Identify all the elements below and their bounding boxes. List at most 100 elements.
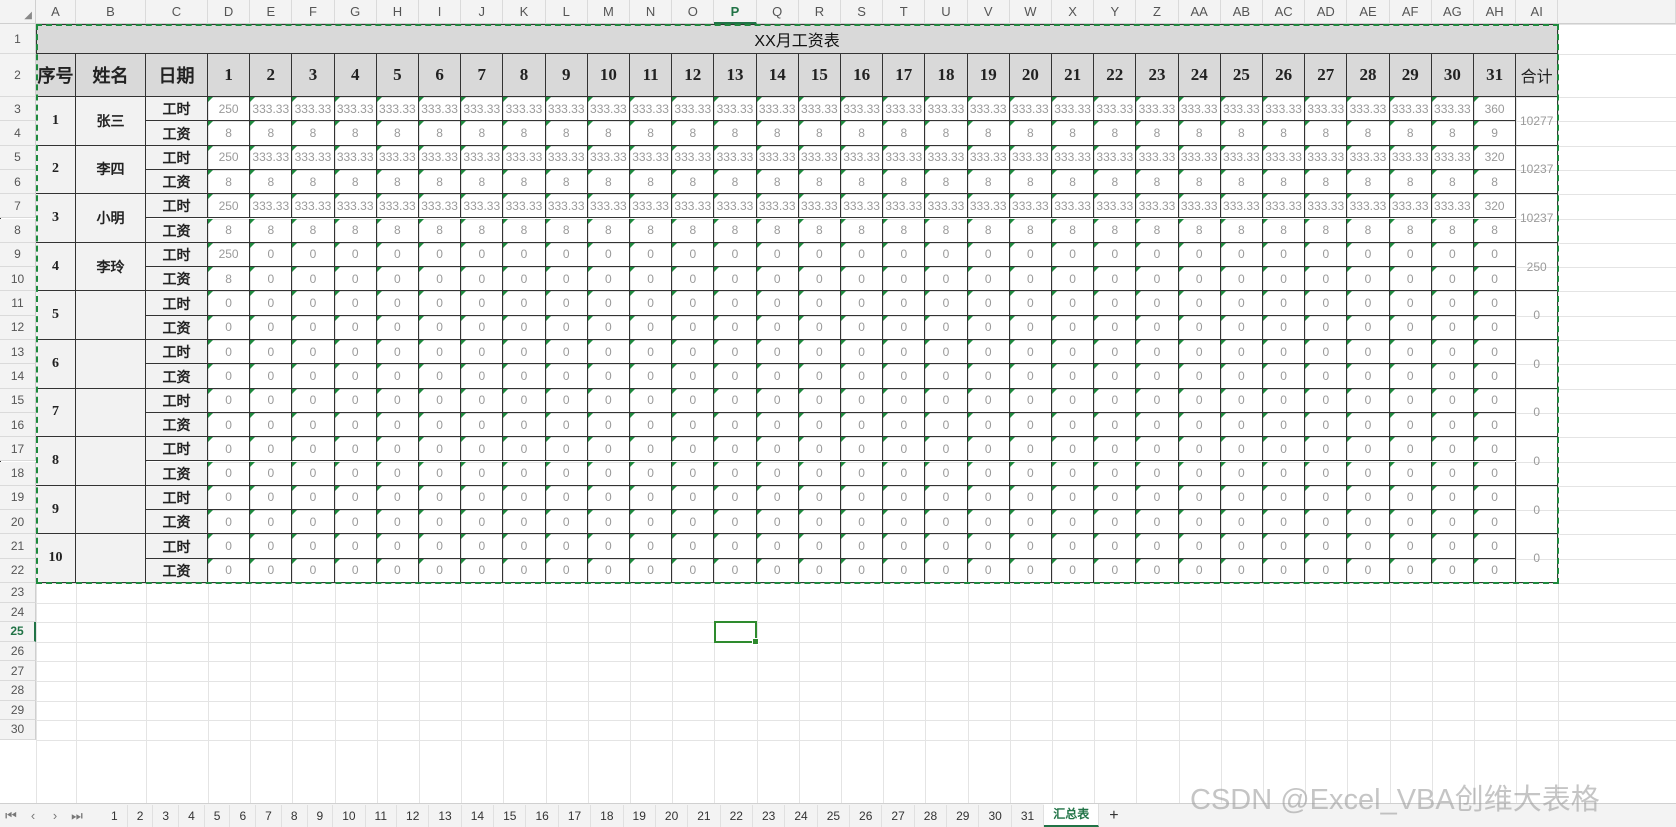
- hours-cell[interactable]: 0: [1347, 340, 1390, 365]
- hours-cell[interactable]: 0: [672, 437, 715, 462]
- wage-cell[interactable]: 0: [1136, 364, 1179, 389]
- wage-cell[interactable]: 8: [250, 121, 293, 146]
- wage-cell[interactable]: 0: [630, 364, 673, 389]
- hours-cell[interactable]: 0: [925, 291, 968, 316]
- hours-cell[interactable]: 0: [967, 534, 1010, 559]
- wage-cell[interactable]: 8: [461, 169, 504, 195]
- wage-cell[interactable]: 8: [1052, 218, 1095, 243]
- hours-cell[interactable]: 0: [587, 388, 630, 413]
- wage-cell[interactable]: 0: [503, 315, 546, 340]
- wage-cell[interactable]: 0: [461, 558, 504, 583]
- wage-cell[interactable]: 8: [587, 169, 630, 195]
- hours-cell[interactable]: 0: [1009, 534, 1052, 559]
- hours-cell[interactable]: 0: [1389, 388, 1432, 413]
- hours-cell[interactable]: 0: [1263, 388, 1306, 413]
- column-header[interactable]: AE: [1347, 0, 1390, 24]
- hours-cell[interactable]: 333.33: [419, 97, 462, 122]
- wage-cell[interactable]: 0: [798, 558, 841, 583]
- wage-cell[interactable]: 0: [967, 510, 1010, 535]
- wage-cell[interactable]: 0: [545, 267, 588, 292]
- employee-index[interactable]: 1: [36, 97, 76, 146]
- wage-cell[interactable]: 0: [503, 412, 546, 438]
- wage-cell[interactable]: 8: [841, 218, 884, 243]
- wage-cell[interactable]: 0: [1178, 510, 1221, 535]
- hours-cell[interactable]: 0: [1389, 340, 1432, 365]
- row-header[interactable]: 18: [0, 461, 36, 486]
- header-name[interactable]: 姓名: [76, 54, 146, 97]
- hours-cell[interactable]: 0: [841, 291, 884, 316]
- sheet-tab[interactable]: 25: [818, 804, 851, 827]
- hours-cell[interactable]: 0: [1220, 242, 1263, 268]
- hours-cell[interactable]: 333.33: [334, 97, 377, 122]
- hours-cell[interactable]: 333.33: [1431, 194, 1474, 219]
- sheet-tab[interactable]: 28: [915, 804, 948, 827]
- wage-cell[interactable]: 0: [292, 412, 335, 438]
- wage-cell[interactable]: 0: [630, 461, 673, 486]
- wage-cell[interactable]: 0: [376, 315, 419, 340]
- row-header[interactable]: 27: [0, 661, 36, 681]
- hours-cell[interactable]: 333.33: [1431, 145, 1474, 170]
- wage-cell[interactable]: 0: [419, 364, 462, 389]
- wage-cell[interactable]: 8: [376, 218, 419, 243]
- wage-label[interactable]: 工资: [146, 558, 208, 583]
- column-header[interactable]: O: [672, 0, 715, 24]
- sheet-tab[interactable]: 4: [179, 804, 205, 827]
- wage-cell[interactable]: 0: [587, 412, 630, 438]
- wage-cell[interactable]: 0: [1305, 558, 1348, 583]
- wage-cell[interactable]: 8: [545, 169, 588, 195]
- hours-cell[interactable]: 333.33: [756, 194, 799, 219]
- header-day[interactable]: 16: [841, 54, 884, 97]
- hours-cell[interactable]: 333.33: [672, 194, 715, 219]
- hours-cell[interactable]: 0: [250, 437, 293, 462]
- hours-cell[interactable]: 0: [419, 485, 462, 511]
- hours-cell[interactable]: 333.33: [587, 97, 630, 122]
- wage-cell[interactable]: 0: [250, 364, 293, 389]
- column-header[interactable]: AH: [1474, 0, 1517, 24]
- wage-cell[interactable]: 8: [967, 169, 1010, 195]
- wage-label[interactable]: 工资: [146, 315, 208, 340]
- hours-cell[interactable]: 0: [1263, 437, 1306, 462]
- employee-index[interactable]: 5: [36, 291, 76, 340]
- wage-cell[interactable]: 8: [292, 121, 335, 146]
- row-header[interactable]: 4: [0, 121, 36, 146]
- hours-cell[interactable]: 0: [1305, 437, 1348, 462]
- hours-cell[interactable]: 333.33: [545, 145, 588, 170]
- hours-cell[interactable]: 0: [1136, 291, 1179, 316]
- wage-cell[interactable]: 0: [798, 510, 841, 535]
- first-sheet-icon[interactable]: ⏮: [0, 808, 22, 824]
- wage-cell[interactable]: 0: [1178, 558, 1221, 583]
- header-day[interactable]: 1: [208, 54, 251, 97]
- hours-cell[interactable]: 333.33: [798, 145, 841, 170]
- hours-cell[interactable]: 333.33: [1263, 145, 1306, 170]
- wage-cell[interactable]: 0: [587, 364, 630, 389]
- row-header[interactable]: 7: [0, 194, 36, 219]
- column-header[interactable]: H: [376, 0, 419, 24]
- hours-cell[interactable]: 333.33: [756, 97, 799, 122]
- hours-cell[interactable]: 333.33: [714, 145, 757, 170]
- hours-cell[interactable]: 0: [841, 388, 884, 413]
- hours-cell[interactable]: 0: [461, 437, 504, 462]
- wage-cell[interactable]: 0: [1052, 558, 1095, 583]
- wage-cell[interactable]: 0: [208, 315, 251, 340]
- wage-cell[interactable]: 0: [672, 558, 715, 583]
- hours-cell[interactable]: 0: [1347, 242, 1390, 268]
- wage-cell[interactable]: 0: [419, 510, 462, 535]
- hours-cell[interactable]: 0: [461, 242, 504, 268]
- hours-cell[interactable]: 0: [1431, 340, 1474, 365]
- header-day[interactable]: 5: [376, 54, 419, 97]
- hours-cell[interactable]: 0: [1431, 388, 1474, 413]
- hours-label[interactable]: 工时: [146, 534, 208, 559]
- sheet-tab[interactable]: 2: [128, 804, 154, 827]
- hours-cell[interactable]: 0: [672, 291, 715, 316]
- select-all-corner[interactable]: ◢: [0, 0, 36, 24]
- column-header[interactable]: L: [545, 0, 588, 24]
- wage-cell[interactable]: 8: [1474, 169, 1517, 195]
- hours-cell[interactable]: 360: [1474, 97, 1517, 122]
- wage-cell[interactable]: 8: [798, 121, 841, 146]
- sheet-tab[interactable]: 17: [559, 804, 592, 827]
- hours-cell[interactable]: 0: [1220, 534, 1263, 559]
- sheet-tab[interactable]: 29: [947, 804, 980, 827]
- wage-cell[interactable]: 0: [208, 364, 251, 389]
- wage-cell[interactable]: 0: [334, 364, 377, 389]
- wage-cell[interactable]: 0: [630, 315, 673, 340]
